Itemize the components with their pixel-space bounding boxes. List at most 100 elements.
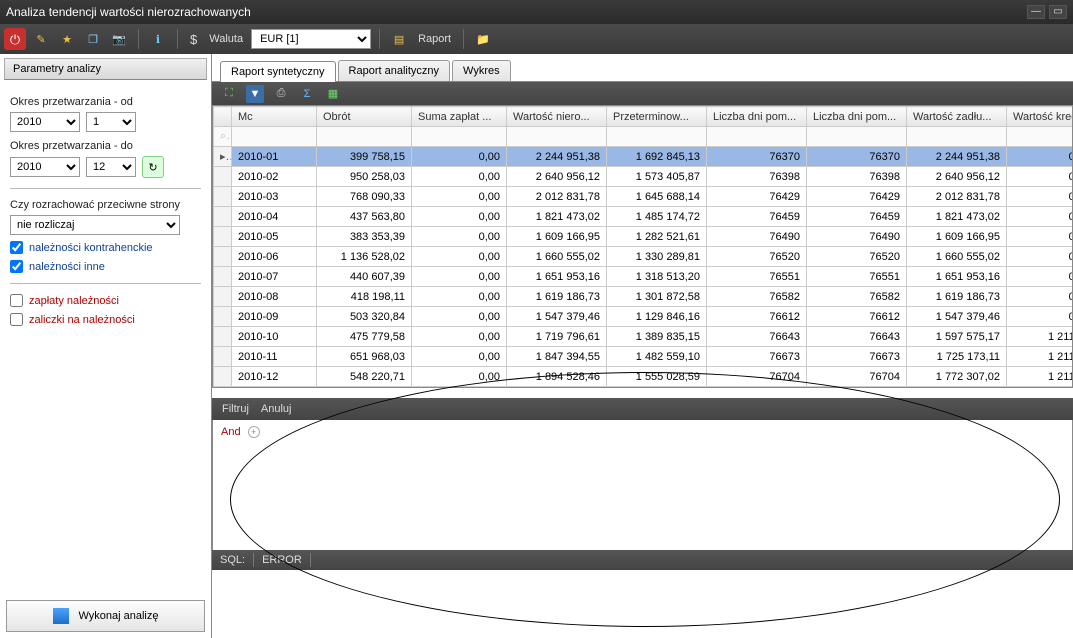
col-header[interactable]: Wartość zadłu...: [907, 107, 1007, 127]
table-row[interactable]: 2010-08418 198,110,001 619 186,731 301 8…: [214, 287, 1073, 307]
col-header[interactable]: Przeterminow...: [607, 107, 707, 127]
col-header[interactable]: Wartość kred...: [1007, 107, 1073, 127]
expand-icon[interactable]: ⛶: [220, 85, 238, 103]
cell: 383 353,39: [317, 227, 412, 247]
currency-select[interactable]: EUR [1]: [251, 29, 371, 49]
cell: 2 244 951,38: [907, 147, 1007, 167]
chk-inne[interactable]: [10, 260, 23, 273]
cell: 76459: [707, 207, 807, 227]
table-row[interactable]: 2010-02950 258,030,002 640 956,121 573 4…: [214, 167, 1073, 187]
table-row[interactable]: ▸2010-01399 758,150,002 244 951,381 692 …: [214, 147, 1073, 167]
row-indicator: [214, 327, 232, 347]
cell: 76398: [707, 167, 807, 187]
table-row[interactable]: 2010-03768 090,330,002 012 831,781 645 6…: [214, 187, 1073, 207]
execute-button[interactable]: Wykonaj analizę: [6, 600, 205, 632]
col-header[interactable]: Wartość niero...: [507, 107, 607, 127]
chk-inne-label: należności inne: [29, 261, 105, 273]
filter-cell[interactable]: [1007, 127, 1073, 147]
filter-indicator: ⌕: [214, 127, 232, 147]
chk-zaliczki[interactable]: [10, 313, 23, 326]
cell: 0,00: [412, 347, 507, 367]
filter-cell[interactable]: [807, 127, 907, 147]
row-indicator: [214, 187, 232, 207]
filter-cell[interactable]: [507, 127, 607, 147]
row-indicator: [214, 287, 232, 307]
filter-cell[interactable]: [317, 127, 412, 147]
row-indicator: [214, 267, 232, 287]
filter-cell[interactable]: [707, 127, 807, 147]
separator: [177, 29, 178, 49]
cell: 1 894 528,46: [507, 367, 607, 387]
cell: 1 282 521,61: [607, 227, 707, 247]
power-icon[interactable]: ⏻: [4, 28, 26, 50]
restore-button[interactable]: ▭: [1049, 5, 1067, 19]
layers-icon[interactable]: ❐: [82, 28, 104, 50]
filter-cell[interactable]: [607, 127, 707, 147]
indicator-header: [214, 107, 232, 127]
cell: 0,00: [1007, 227, 1073, 247]
tab-syntetyczny[interactable]: Raport syntetyczny: [220, 61, 336, 82]
filter-cell[interactable]: [232, 127, 317, 147]
period-from-year[interactable]: 2010: [10, 112, 80, 132]
filter-icon[interactable]: ▼: [246, 85, 264, 103]
table-row[interactable]: 2010-04437 563,800,001 821 473,021 485 1…: [214, 207, 1073, 227]
edit-icon[interactable]: ✎: [30, 28, 52, 50]
cell: 0,00: [1007, 307, 1073, 327]
cell: 2 012 831,78: [907, 187, 1007, 207]
chk-kontrah[interactable]: [10, 241, 23, 254]
cell: 0,00: [412, 287, 507, 307]
star-icon[interactable]: ★: [56, 28, 78, 50]
chk-zaplaty[interactable]: [10, 294, 23, 307]
filter-cell[interactable]: [907, 127, 1007, 147]
table-row[interactable]: 2010-11651 968,030,001 847 394,551 482 5…: [214, 347, 1073, 367]
report-icon[interactable]: ▤: [388, 28, 410, 50]
period-from-month[interactable]: 1: [86, 112, 136, 132]
add-condition-icon[interactable]: +: [248, 426, 260, 438]
folder-icon[interactable]: 📁: [472, 28, 494, 50]
col-header[interactable]: Mc: [232, 107, 317, 127]
col-header[interactable]: Suma zapłat ...: [412, 107, 507, 127]
dollar-icon: $: [190, 33, 197, 46]
cell: 76551: [807, 267, 907, 287]
camera-icon[interactable]: 📷: [108, 28, 130, 50]
info-icon[interactable]: ℹ: [147, 28, 169, 50]
print-icon[interactable]: ⎙: [272, 85, 290, 103]
col-header[interactable]: Obrót: [317, 107, 412, 127]
sum-icon[interactable]: Σ: [298, 85, 316, 103]
cell: 2010-05: [232, 227, 317, 247]
separator: [310, 553, 311, 567]
period-to-year[interactable]: 2010: [10, 157, 80, 177]
period-to-month[interactable]: 12: [86, 157, 136, 177]
opposite-select[interactable]: nie rozliczaj: [10, 215, 180, 235]
table-row[interactable]: 2010-061 136 528,020,001 660 555,021 330…: [214, 247, 1073, 267]
table-row[interactable]: 2010-07440 607,390,001 651 953,161 318 5…: [214, 267, 1073, 287]
filter-cell[interactable]: [412, 127, 507, 147]
table-row[interactable]: 2010-12548 220,710,001 894 528,461 555 0…: [214, 367, 1073, 387]
table-row[interactable]: 2010-09503 320,840,001 547 379,461 129 8…: [214, 307, 1073, 327]
tab-wykres[interactable]: Wykres: [452, 60, 511, 81]
filter-body: And +: [212, 420, 1073, 550]
cell: 1 597 575,17: [907, 327, 1007, 347]
minimize-button[interactable]: —: [1027, 5, 1045, 19]
cell: 2010-09: [232, 307, 317, 327]
apply-period-icon[interactable]: ↻: [142, 156, 164, 178]
cell: 76520: [807, 247, 907, 267]
filter-expression[interactable]: And: [221, 426, 241, 438]
filter-apply[interactable]: Filtruj: [222, 403, 249, 415]
cell: 0,00: [412, 227, 507, 247]
col-header[interactable]: Liczba dni pom...: [807, 107, 907, 127]
cell: 76429: [807, 187, 907, 207]
tab-analityczny[interactable]: Raport analityczny: [338, 60, 451, 81]
cell: 1 619 186,73: [907, 287, 1007, 307]
table-row[interactable]: 2010-10475 779,580,001 719 796,611 389 8…: [214, 327, 1073, 347]
grid: McObrótSuma zapłat ...Wartość niero...Pr…: [212, 105, 1073, 388]
report-label[interactable]: Raport: [418, 33, 451, 45]
cell: 76490: [807, 227, 907, 247]
cell: 1 719 796,61: [507, 327, 607, 347]
cell: 2010-12: [232, 367, 317, 387]
export-icon[interactable]: ▦: [324, 85, 342, 103]
filter-cancel[interactable]: Anuluj: [261, 403, 292, 415]
col-header[interactable]: Liczba dni pom...: [707, 107, 807, 127]
cell: 440 607,39: [317, 267, 412, 287]
table-row[interactable]: 2010-05383 353,390,001 609 166,951 282 5…: [214, 227, 1073, 247]
